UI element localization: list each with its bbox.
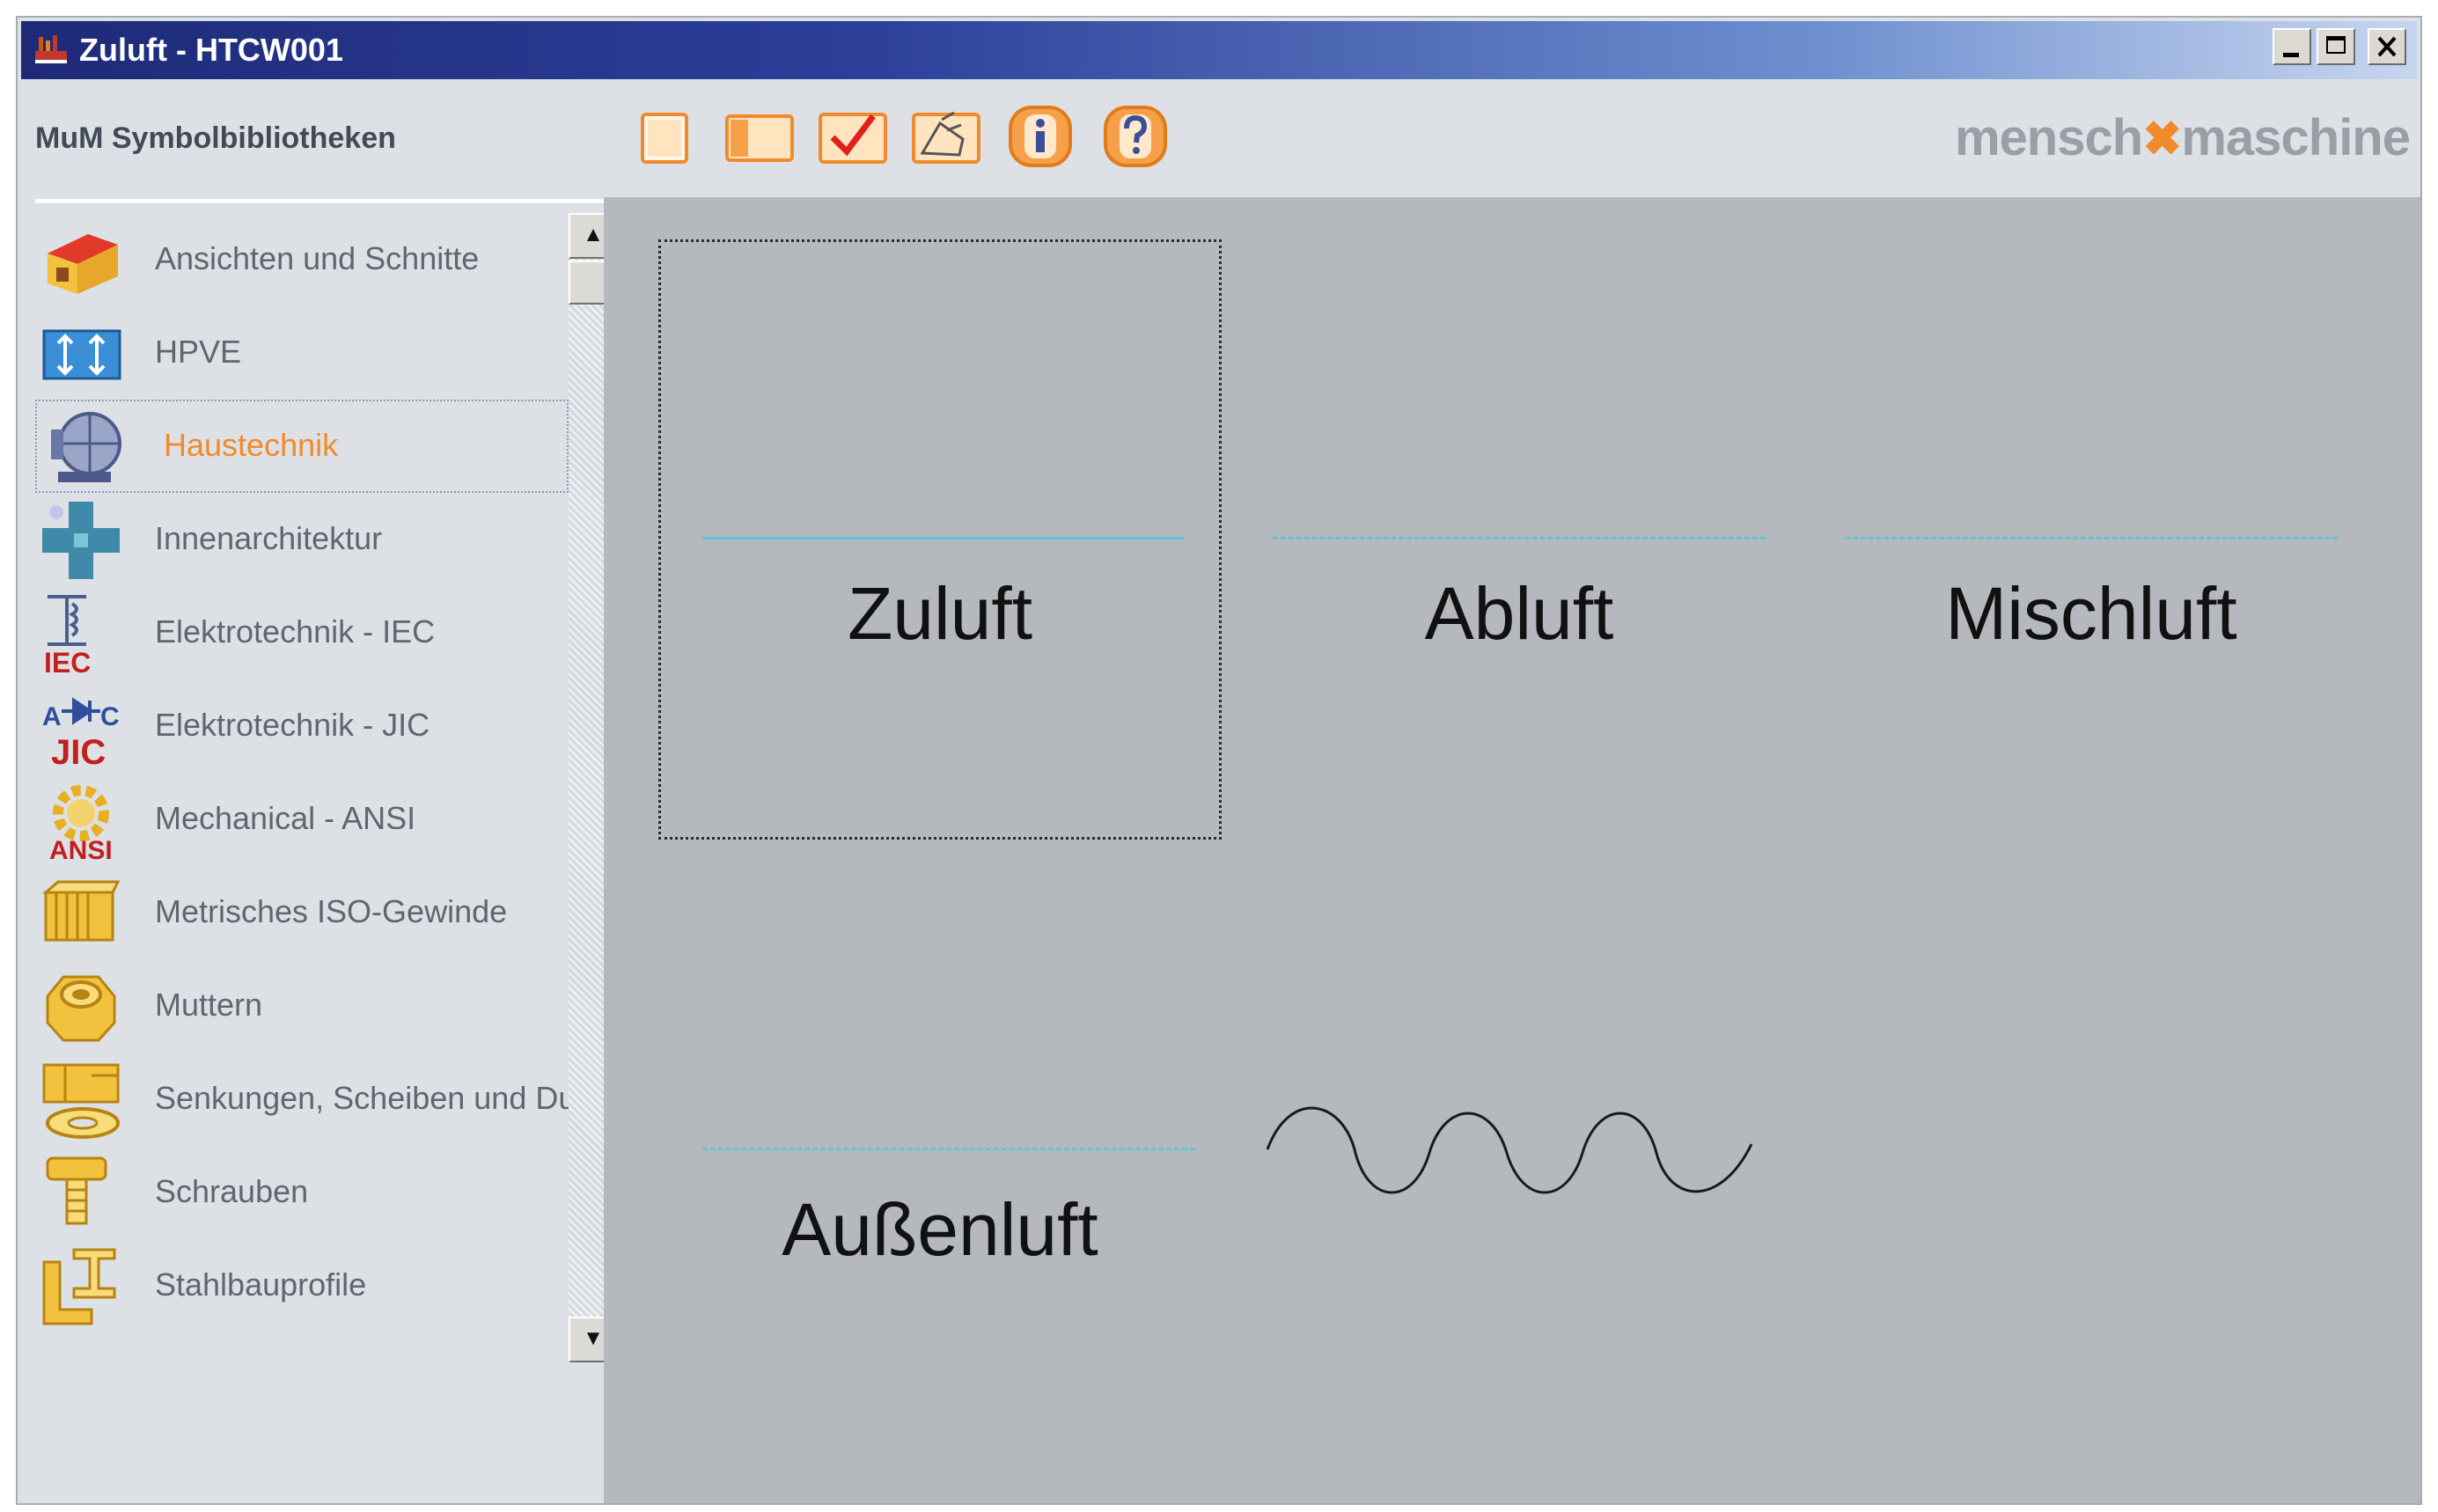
brand-left: mensch: [1954, 109, 2143, 166]
jic-diode-icon: A C JIC: [42, 697, 120, 769]
app-label: MuM Symbolbibliotheken: [35, 121, 396, 155]
sidebar-item-label: Metrisches ISO-Gewinde: [155, 893, 508, 929]
close-icon: [2377, 36, 2397, 57]
sidebar-item-label: Ansichten und Schnitte: [155, 240, 480, 276]
symbol-line-mischluft: [1845, 537, 2338, 539]
library-sidebar: Ansichten und Schnitte HPVE Haustechnik: [35, 213, 618, 1493]
symbol-label-abluft[interactable]: Abluft: [1237, 574, 1801, 653]
sidebar-item-ansichten[interactable]: Ansichten und Schnitte: [35, 213, 569, 306]
svg-text:JIC: JIC: [51, 733, 106, 769]
sidebar-item-label: Stahlbauprofile: [155, 1266, 367, 1303]
sidebar-item-label: Muttern: [155, 987, 263, 1023]
sidebar-item-hpve[interactable]: HPVE: [35, 306, 569, 400]
symbol-grid: Zuluft Abluft Mischluft Außenluft: [604, 197, 2420, 1503]
minimize-button[interactable]: [2273, 28, 2311, 65]
window-title: Zuluft - HTCW001: [79, 32, 343, 68]
sidebar-item-label: Schrauben: [155, 1173, 309, 1209]
sidebar-item-label: Mechanical - ANSI: [155, 800, 416, 836]
svg-text:C: C: [100, 702, 120, 731]
checkmark-icon: [819, 113, 887, 164]
minimize-icon: [2283, 53, 2299, 57]
svg-text:ANSI: ANSI: [49, 836, 113, 862]
info-icon: [1009, 106, 1072, 167]
symbol-label-aussenluft[interactable]: Außenluft: [658, 1190, 1222, 1269]
sidebar-item-mechanical-ansi[interactable]: ANSI Mechanical - ANSI: [35, 773, 569, 866]
brand-logo: mensch✖maschine: [1954, 109, 2411, 166]
arrow-down-icon: ▼: [583, 1326, 604, 1350]
symbol-label-mischluft[interactable]: Mischluft: [1810, 574, 2373, 653]
selected-symbol-frame[interactable]: [658, 239, 1222, 840]
app-window: Zuluft - HTCW001 MuM Symbolbibliotheken: [16, 16, 2422, 1505]
svg-text:A: A: [42, 702, 62, 731]
steel-profile-icon: [42, 1248, 116, 1325]
help-button[interactable]: [1100, 104, 1171, 169]
app-logo-icon: [35, 35, 67, 63]
sidebar-item-label: Senkungen, Scheiben und Du: [155, 1080, 576, 1116]
help-icon: [1104, 106, 1167, 167]
sidebar-item-senkungen[interactable]: Senkungen, Scheiben und Du: [35, 1053, 576, 1146]
symbol-line-abluft: [1273, 537, 1766, 539]
wave-symbol[interactable]: [1264, 1100, 1757, 1206]
symbol-label-zuluft[interactable]: Zuluft: [658, 574, 1222, 653]
sidebar-item-stahlbauprofile[interactable]: Stahlbauprofile: [35, 1239, 569, 1332]
sidebar-item-label: Elektrotechnik - IEC: [155, 613, 436, 650]
nut-icon: [46, 975, 116, 1042]
sidebar-item-haustechnik[interactable]: Haustechnik: [35, 400, 569, 493]
sidebar-item-label: HPVE: [155, 334, 242, 370]
close-button[interactable]: [2368, 28, 2406, 65]
info-button[interactable]: [1005, 104, 1076, 169]
brand-right: maschine: [2181, 109, 2411, 166]
hpve-arrows-icon: [42, 329, 121, 380]
title-bar[interactable]: Zuluft - HTCW001: [21, 21, 2417, 79]
toolbar: MuM Symbolbibliotheken mensch✖maschine: [21, 81, 2417, 201]
fan-icon: [51, 412, 121, 482]
blank-page-icon: [641, 113, 688, 164]
maximize-button[interactable]: [2317, 28, 2355, 65]
sidebar-item-label: Innenarchitektur: [155, 520, 383, 556]
cross-piece-icon: [42, 502, 120, 579]
book-icon: [725, 114, 794, 162]
thread-icon: [41, 880, 121, 942]
dimension-button[interactable]: [908, 104, 984, 169]
check-button[interactable]: [815, 104, 891, 169]
brand-mark: ✖: [2142, 113, 2182, 165]
sidebar-item-innenarchitektur[interactable]: Innenarchitektur: [35, 493, 569, 586]
washer-icon: [42, 1063, 120, 1139]
sidebar-item-muttern[interactable]: Muttern: [35, 959, 569, 1053]
svg-text:IEC: IEC: [44, 647, 91, 676]
sidebar-item-elektrotechnik-jic[interactable]: A C JIC Elektrotechnik - JIC: [35, 679, 569, 773]
new-document-button[interactable]: [632, 104, 697, 169]
symbol-line-aussenluft: [702, 1148, 1195, 1150]
ansi-gear-icon: ANSI: [49, 785, 113, 862]
sidebar-item-schrauben[interactable]: Schrauben: [35, 1146, 569, 1239]
wave-line-icon: [1266, 1106, 1753, 1194]
iec-transformer-icon: IEC: [44, 595, 91, 676]
arrow-up-icon: ▲: [583, 223, 604, 246]
house-icon: [48, 234, 118, 294]
symbol-line-zuluft: [702, 537, 1185, 539]
screw-icon: [46, 1156, 107, 1225]
maximize-icon: [2326, 36, 2346, 54]
open-book-button[interactable]: [722, 104, 797, 169]
dimension-icon: [912, 111, 980, 164]
sidebar-item-elektrotechnik-iec[interactable]: IEC Elektrotechnik - IEC: [35, 586, 569, 679]
sidebar-item-label: Elektrotechnik - JIC: [155, 707, 430, 743]
sidebar-item-iso-gewinde[interactable]: Metrisches ISO-Gewinde: [35, 866, 569, 959]
sidebar-item-label: Haustechnik: [164, 427, 339, 463]
